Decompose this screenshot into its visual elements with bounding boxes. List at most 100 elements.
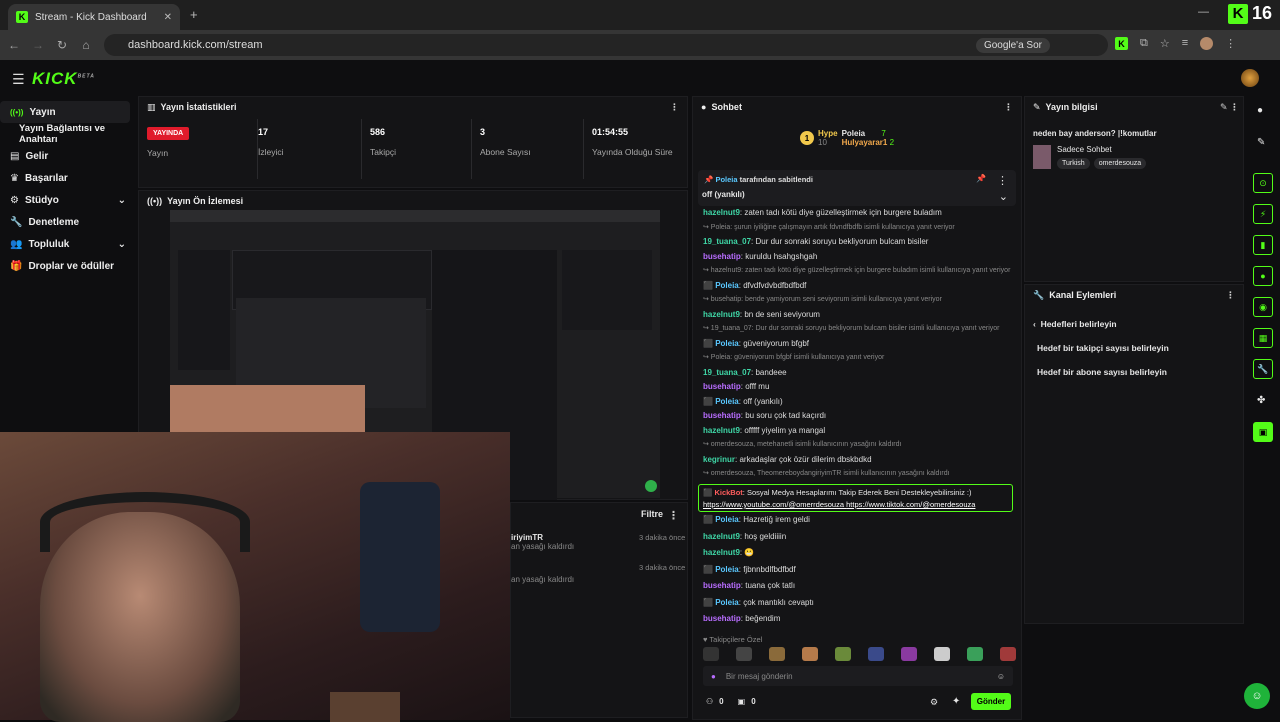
hamburger-menu-icon[interactable]: ☰ [12,71,25,88]
subscriber-goal-button[interactable]: Hedef bir abone sayısı belirleyin [1037,367,1167,377]
chat-message[interactable]: hazelnut9: hoş geldiiiin [703,532,786,541]
chat-username[interactable]: hazelnut9 [703,532,740,541]
shield-icon[interactable]: ✦ [952,696,960,707]
rail-wrench-button[interactable]: 🔧 [1253,359,1273,379]
chat-username[interactable]: hazelnut9 [703,426,740,435]
puzzle-icon[interactable]: ⧉ [1140,37,1148,50]
chat-message[interactable]: 19_tuana_07: Dur dur sonraki soruyu bekl… [703,237,928,246]
chat-username[interactable]: Poleia [715,565,739,574]
minimize-icon[interactable]: — [1198,6,1209,18]
rail-broadcast-button[interactable]: ◉ [1253,297,1273,317]
rail-chat-button[interactable]: ● [1253,266,1273,286]
chat-system-message[interactable]: ↪ 19_tuana_07: Dur dur sonraki soruyu be… [703,324,1000,332]
chat-message[interactable]: ⬛ Poleia: güveniyorum bfgbf [703,339,809,348]
follower-goal-button[interactable]: Hedef bir takipçi sayısı belirleyin [1037,343,1169,353]
chat-username[interactable]: 19_tuana_07 [703,237,751,246]
send-button[interactable]: Gönder [971,693,1011,710]
highlighted-bot-message[interactable]: ⬛ KickBot: Sosyal Medya Hesaplarımı Taki… [698,484,1013,512]
forward-icon[interactable]: → [28,38,48,52]
google-ask-button[interactable]: Google'a Sor [975,37,1050,53]
chat-username[interactable]: busehatip [703,581,741,590]
more-icon[interactable]: ⋮ [1226,290,1235,301]
chat-username[interactable]: kegrinur [703,455,735,464]
emote[interactable] [769,647,785,661]
chat-message[interactable]: ⬛ Poleia: fjbnnbdlfbdfbdf [703,565,796,574]
chat-message[interactable]: hazelnut9: bn de seni seviyorum [703,310,820,319]
chat-message[interactable]: hazelnut9: 😬 [703,548,754,557]
rail-camera-button[interactable]: ⊙ [1253,173,1273,193]
chat-message[interactable]: kegrinur: arkadaşlar çok özür dilerim db… [703,455,872,464]
emote-as[interactable] [736,647,752,661]
pinned-message[interactable]: 📌 Poleia tarafından sabitlendi off (yank… [698,170,1016,206]
rail-green-button[interactable]: ▣ [1253,422,1273,442]
emote[interactable] [934,647,950,661]
back-icon[interactable]: ← [4,38,24,52]
emoji-icon[interactable]: ☺ [997,672,1005,681]
more-icon[interactable]: ⋮ [670,102,679,113]
rail-phone-button[interactable]: ▮ [1253,235,1273,255]
share-icon[interactable]: ✤ [1257,395,1265,406]
home-icon[interactable]: ⌂ [76,38,96,52]
youtube-link[interactable]: https://www.youtube.com/@omerrdesouza [703,500,844,509]
bookmark-star-icon[interactable]: ☆ [1160,37,1170,50]
chat-username[interactable]: busehatip [703,411,741,420]
chat-username[interactable]: 19_tuana_07 [703,368,751,377]
mic-icon[interactable]: ● [711,672,716,681]
settings-gear-icon[interactable]: ⚙ [930,697,938,708]
chat-message[interactable]: hazelnut9: zaten tadı kötü diye güzelleş… [703,208,942,217]
chat-message[interactable]: busehatip: offf mu [703,382,769,391]
chat-username[interactable]: busehatip [703,614,741,623]
rail-lightning-button[interactable]: ⚡ [1253,204,1273,224]
sidebar-item-denetleme[interactable]: 🔧 Denetleme [0,211,136,233]
media-icon[interactable]: ≡ [1182,37,1188,50]
browser-tab[interactable]: K Stream - Kick Dashboard ✕ [8,4,180,30]
emote[interactable] [901,647,917,661]
tiktok-link[interactable]: https://www.tiktok.com/@omerdesouza [846,500,975,509]
more-icon[interactable]: ⋮ [668,509,679,522]
chat-message[interactable]: busehatip: kuruldu hsahgshgah [703,252,817,261]
chat-message[interactable]: ⬛ Poleia: Hazretiğ irem geldi [703,515,810,524]
chat-system-message[interactable]: ↪ omerdesouza, metehanetli isimli kullan… [703,440,901,448]
chat-message[interactable]: hazelnut9: offfff yiyelim ya mangal [703,426,825,435]
filter-button[interactable]: Filtre [641,509,663,519]
chat-message[interactable]: 19_tuana_07: bandeee [703,368,787,377]
emote[interactable] [1000,647,1016,661]
profile-avatar[interactable] [1200,37,1214,50]
chat-username[interactable]: hazelnut9 [703,310,740,319]
chat-system-message[interactable]: ↪ busehatip: bende yamiyorum seni seviyo… [703,295,942,303]
chat-username[interactable]: busehatip [703,382,741,391]
sidebar-item-basarilar[interactable]: ♛ Başarılar [0,167,136,189]
sidebar-item-gelir[interactable]: ▤ Gelir [0,145,136,167]
chat-username[interactable]: Poleia [715,515,739,524]
reload-icon[interactable]: ↻ [52,38,72,52]
new-tab-icon[interactable]: + [190,7,198,22]
user-avatar[interactable] [1241,69,1259,87]
kick-extension-icon[interactable]: K [1115,37,1128,50]
address-bar[interactable]: dashboard.kick.com/stream Google'a Sor [104,34,1108,56]
chat-message[interactable]: ⬛ Poleia: çok mantıklı cevaptı [703,598,814,607]
chat-username[interactable]: Poleia [715,281,739,290]
emote[interactable] [967,647,983,661]
chat-username[interactable]: Poleia [715,397,739,406]
emote[interactable] [835,647,851,661]
chat-message[interactable]: busehatip: tuana çok tatlı [703,581,795,590]
pencil-icon[interactable]: ✎ [1257,137,1265,148]
chevron-down-icon[interactable]: ⌄ [999,190,1008,203]
chat-username[interactable]: Poleia [715,598,739,607]
chat-input[interactable]: ● Bir mesaj gönderin ☺ [703,666,1013,686]
chat-username[interactable]: Poleia [715,339,739,348]
rail-calendar-button[interactable]: ▦ [1253,328,1273,348]
kick-logo[interactable]: KICKBETA [32,69,95,89]
emote[interactable] [802,647,818,661]
more-icon[interactable]: ⋮ [1004,102,1013,113]
more-icon[interactable]: ⋮ [1225,37,1236,50]
emote-hg[interactable] [703,647,719,661]
chat-username[interactable]: hazelnut9 [703,548,740,557]
chat-username[interactable]: hazelnut9 [703,208,740,217]
chat-message[interactable]: busehatip: bu soru çok tad kaçırdı [703,411,826,420]
edit-icon[interactable]: ✎ ⋮ [1220,102,1239,113]
sidebar-item-topluluk[interactable]: 👥 Topluluk ⌄ [0,233,136,255]
chat-system-message[interactable]: ↪ omerdesouza, TheomereboydangiriyimTR i… [703,469,950,477]
sidebar-item-yayin[interactable]: ((•)) Yayın [0,101,130,123]
chat-message[interactable]: ⬛ Poleia: off (yankılı) [703,397,783,406]
